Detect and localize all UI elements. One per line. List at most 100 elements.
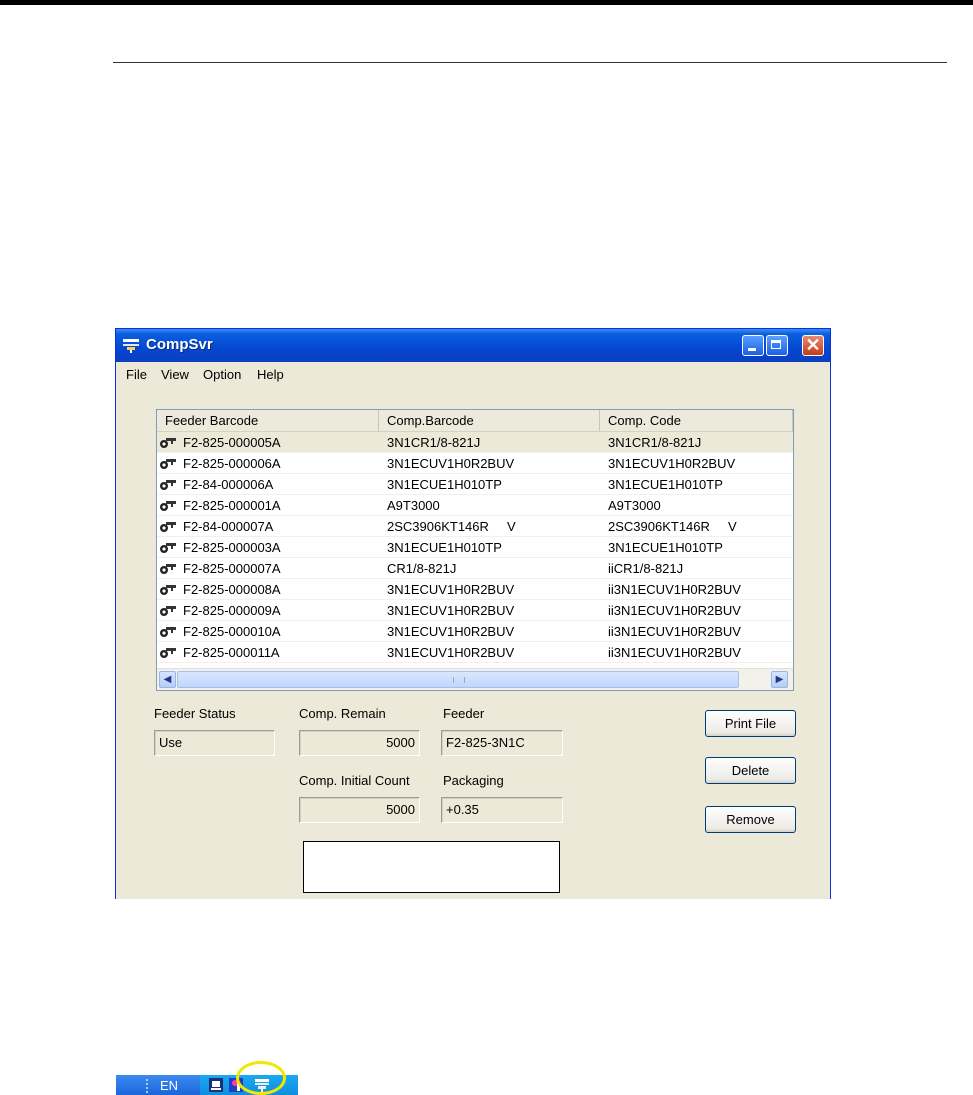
table-row[interactable]: F2-825-000008A 3N1ECUV1H0R2BUV ii3N1ECUV1H… bbox=[157, 579, 793, 600]
table-cell: 3N1ECUE1H010TP bbox=[387, 477, 502, 492]
header-divider bbox=[113, 62, 947, 63]
scroll-left-button[interactable]: ◀ bbox=[159, 671, 176, 688]
table-cell: 2SC3906KT146R V bbox=[608, 519, 737, 534]
taskbar: EN bbox=[116, 1061, 298, 1095]
table-row[interactable]: F2-825-000009A 3N1ECUV1H0R2BUV ii3N1ECUV1H… bbox=[157, 600, 793, 621]
scroll-thumb[interactable] bbox=[177, 671, 739, 688]
packaging-field[interactable]: +0.35 bbox=[441, 797, 563, 823]
scroll-grip-icon bbox=[453, 677, 465, 683]
table-cell: 3N1ECUV1H0R2BUV bbox=[387, 582, 515, 597]
feeder-icon bbox=[160, 585, 176, 595]
maximize-button[interactable] bbox=[766, 335, 788, 356]
remove-button[interactable]: Remove bbox=[705, 806, 796, 833]
initial-count-label: Comp. Initial Count bbox=[299, 773, 410, 788]
menu-help[interactable]: Help bbox=[257, 367, 284, 382]
table-cell: F2-825-000009A bbox=[183, 603, 281, 618]
table-cell: F2-825-000011A bbox=[183, 645, 280, 660]
table-row[interactable]: F2-84-000006A 3N1ECUE1H010TP 3N1ECUE1H010T… bbox=[157, 474, 793, 495]
table-cell: 2SC3906KT146R V bbox=[387, 519, 516, 534]
column-header-comp-barcode[interactable]: Comp.Barcode bbox=[379, 410, 600, 431]
table-row[interactable]: F2-84-000007A 2SC3906KT146R V 2SC3906KT146… bbox=[157, 516, 793, 537]
feeder-status-field[interactable]: Use bbox=[154, 730, 275, 756]
page-top-rule bbox=[0, 0, 973, 5]
title-bar[interactable]: CompSvr ✕ bbox=[116, 329, 830, 362]
table-cell: 3N1ECUV1H0R2BUV bbox=[387, 624, 515, 639]
delete-button[interactable]: Delete bbox=[705, 757, 796, 784]
list-header: Feeder Barcode Comp.Barcode Comp. Code bbox=[157, 410, 793, 432]
table-row[interactable]: F2-825-000003A 3N1ECUE1H010TP 3N1ECUE1H010… bbox=[157, 537, 793, 558]
table-row[interactable]: F2-825-000007A CR1/8-821J iiCR1/8-821J bbox=[157, 558, 793, 579]
table-cell: 3N1ECUV1H0R2BUV bbox=[387, 456, 515, 471]
feeder-label: Feeder bbox=[443, 706, 485, 721]
minimize-icon bbox=[748, 348, 756, 351]
table-cell: F2-84-000006A bbox=[183, 477, 274, 492]
compsvr-window: CompSvr ✕ File View Option Help Feeder B… bbox=[115, 328, 831, 899]
feeder-field[interactable]: F2-825-3N1C bbox=[441, 730, 563, 756]
table-cell: 3N1ECUV1H0R2BUV bbox=[387, 603, 515, 618]
table-row[interactable]: F2-825-000001A A9T3000 A9T3000 bbox=[157, 495, 793, 516]
minimize-button[interactable] bbox=[742, 335, 764, 356]
table-cell: ii3N1ECUV1H0R2BUV bbox=[608, 582, 741, 597]
menu-option[interactable]: Option bbox=[203, 367, 241, 382]
table-row[interactable]: F2-825-000010A 3N1ECUV1H0R2BUV ii3N1ECUV1H… bbox=[157, 621, 793, 642]
print-file-button[interactable]: Print File bbox=[705, 710, 796, 737]
feeder-icon bbox=[160, 501, 176, 511]
close-icon: ✕ bbox=[805, 335, 821, 355]
app-icon bbox=[123, 339, 139, 353]
packaging-label: Packaging bbox=[443, 773, 504, 788]
menu-bar: File View Option Help bbox=[116, 362, 830, 384]
table-cell: F2-825-000007A bbox=[183, 561, 281, 576]
feeder-icon bbox=[160, 438, 176, 448]
table-cell: CR1/8-821J bbox=[387, 561, 457, 576]
feeder-icon bbox=[160, 480, 176, 490]
table-row[interactable]: F2-825-000006A 3N1ECUV1H0R2BUV 3N1ECUV1H0R… bbox=[157, 453, 793, 474]
table-cell: 3N1ECUE1H010TP bbox=[608, 540, 723, 555]
remove-label: Remove bbox=[726, 812, 775, 827]
feeder-icon bbox=[160, 606, 176, 616]
table-cell: F2-825-000001A bbox=[183, 498, 281, 513]
table-cell: F2-825-000005A bbox=[183, 435, 281, 450]
table-cell: F2-84-000007A bbox=[183, 519, 274, 534]
table-cell: F2-825-000008A bbox=[183, 582, 281, 597]
column-header-comp-code[interactable]: Comp. Code bbox=[600, 410, 793, 431]
table-row[interactable]: F2-825-000011A 3N1ECUV1H0R2BUV ii3N1ECUV1H… bbox=[157, 642, 793, 663]
column-header-feeder-barcode[interactable]: Feeder Barcode bbox=[157, 410, 379, 431]
language-indicator[interactable]: EN bbox=[160, 1078, 178, 1093]
horizontal-scrollbar[interactable]: ◀ ▶ bbox=[157, 668, 793, 690]
menu-file[interactable]: File bbox=[126, 367, 147, 382]
feeder-icon bbox=[160, 648, 176, 658]
taskbar-grip bbox=[146, 1079, 150, 1093]
table-cell: 3N1ECUV1H0R2BUV bbox=[608, 456, 736, 471]
comp-remain-label: Comp. Remain bbox=[299, 706, 386, 721]
delete-label: Delete bbox=[731, 763, 770, 778]
table-cell: ii3N1ECUV1H0R2BUV bbox=[608, 603, 741, 618]
table-cell: A9T3000 bbox=[608, 498, 661, 513]
scroll-right-button[interactable]: ▶ bbox=[771, 671, 788, 688]
table-cell: F2-825-000006A bbox=[183, 456, 281, 471]
list-body: F2-825-000005A 3N1CR1/8-821J 3N1CR1/8-821J… bbox=[157, 432, 793, 668]
feeder-status-label: Feeder Status bbox=[154, 706, 236, 721]
table-cell: 3N1ECUV1H0R2BUV bbox=[387, 645, 515, 660]
network-icon[interactable] bbox=[208, 1077, 224, 1093]
feeder-list[interactable]: Feeder Barcode Comp.Barcode Comp. Code F… bbox=[156, 409, 794, 691]
feeder-icon bbox=[160, 627, 176, 637]
table-cell: 3N1ECUE1H010TP bbox=[608, 477, 723, 492]
table-cell: ii3N1ECUV1H0R2BUV bbox=[608, 624, 741, 639]
table-cell: ii3N1ECUV1H0R2BUV bbox=[608, 645, 741, 660]
feeder-icon bbox=[160, 564, 176, 574]
table-cell: iiCR1/8-821J bbox=[608, 561, 684, 576]
feeder-icon bbox=[160, 459, 176, 469]
comp-remain-field[interactable]: 5000 bbox=[299, 730, 420, 756]
print-file-label: Print File bbox=[724, 716, 777, 731]
tray-icon-highlight bbox=[236, 1061, 286, 1095]
annotation-box bbox=[303, 841, 560, 893]
menu-view[interactable]: View bbox=[161, 367, 189, 382]
table-cell: 3N1ECUE1H010TP bbox=[387, 540, 502, 555]
feeder-icon bbox=[160, 522, 176, 532]
table-row[interactable]: F2-825-000005A 3N1CR1/8-821J 3N1CR1/8-821J bbox=[157, 432, 793, 453]
table-cell: A9T3000 bbox=[387, 498, 440, 513]
initial-count-field[interactable]: 5000 bbox=[299, 797, 420, 823]
table-cell: F2-825-000010A bbox=[183, 624, 281, 639]
maximize-icon bbox=[771, 340, 781, 349]
close-button[interactable]: ✕ bbox=[802, 335, 824, 356]
